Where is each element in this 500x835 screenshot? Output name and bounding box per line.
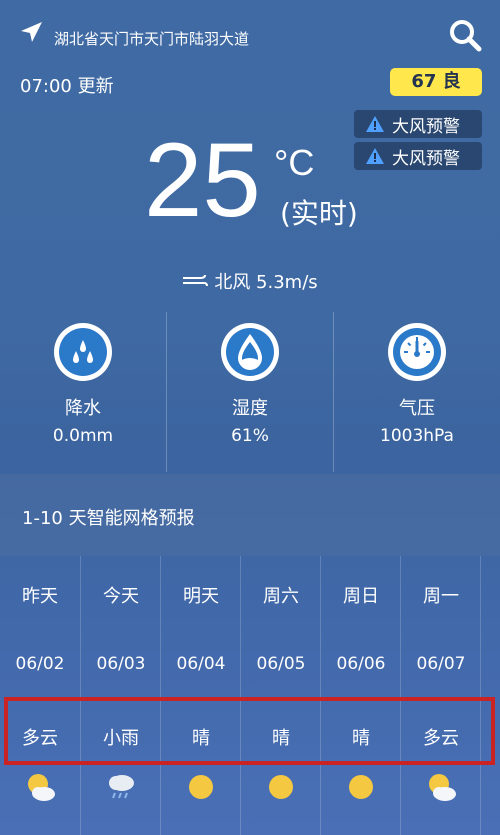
current-temperature: 25 — [144, 122, 261, 239]
temperature-unit: °C — [274, 142, 315, 183]
day-date: 06/04 — [176, 654, 226, 674]
day-name: 周一 — [423, 586, 459, 607]
location-label[interactable]: 湖北省天门市天门市陆羽大道 — [54, 28, 249, 49]
aqi-badge[interactable]: 67 良 — [390, 68, 482, 96]
day-date: 06/06 — [336, 654, 386, 674]
metric-label: 气压 — [399, 398, 435, 419]
metrics-row: 降水 0.0mm 湿度 61% 气压 1003hPa — [0, 312, 500, 472]
day-name: 今天 — [103, 586, 139, 607]
day-date: 06/02 — [15, 654, 65, 674]
metric-humidity: 湿度 61% — [166, 312, 333, 472]
forecast-title: 1-10 天智能网格预报 — [22, 508, 195, 529]
metric-value: 0.0mm — [52, 426, 114, 446]
metric-pressure: 气压 1003hPa — [333, 312, 500, 472]
search-icon[interactable] — [448, 18, 482, 52]
forecast-day[interactable]: 今天 06/03 小雨 — [80, 556, 161, 835]
warning-icon — [366, 116, 384, 132]
wind-icon — [183, 274, 209, 287]
realtime-label: (实时) — [280, 197, 358, 230]
day-name: 周日 — [343, 586, 379, 607]
wind-info: 北风 5.3m/s — [0, 268, 500, 294]
day-name: 昨天 — [22, 586, 58, 607]
day-date: 06/03 — [96, 654, 146, 674]
partly-cloudy-icon — [28, 774, 55, 801]
warning-label: 大风预警 — [392, 148, 460, 169]
light-rain-icon — [109, 775, 134, 799]
day-name: 周六 — [263, 586, 299, 607]
rain-drops-icon — [54, 323, 112, 381]
forecast-day[interactable]: 明天 06/04 晴 — [160, 556, 241, 835]
forecast-day[interactable]: 周六 06/05 晴 — [240, 556, 321, 835]
water-drop-icon — [221, 323, 279, 381]
forecast-day[interactable]: 周日 06/06 晴 — [320, 556, 401, 835]
wind-label: 北风 5.3m/s — [214, 272, 318, 293]
forecast-days[interactable]: 昨天 06/02 多云 今天 06/03 小雨 明天 06/04 晴 周六 06… — [0, 556, 500, 835]
sunny-icon — [349, 775, 373, 799]
day-name: 明天 — [183, 586, 219, 607]
gauge-icon — [388, 323, 446, 381]
warning-icon — [366, 148, 384, 164]
forecast-day-partial[interactable] — [480, 556, 500, 835]
wind-warning-badge[interactable]: 大风预警 — [354, 110, 482, 138]
sunny-icon — [189, 775, 213, 799]
metric-value: 1003hPa — [380, 426, 454, 446]
sunny-icon — [269, 775, 293, 799]
metric-precipitation: 降水 0.0mm — [0, 312, 166, 472]
metric-label: 降水 — [65, 398, 101, 419]
forecast-header: 1-10 天智能网格预报 — [0, 474, 500, 556]
update-time: 07:00 更新 — [20, 76, 114, 97]
metric-label: 湿度 — [232, 398, 268, 419]
highlight-box — [4, 697, 495, 765]
metric-value: 61% — [231, 426, 269, 446]
forecast-day[interactable]: 昨天 06/02 多云 — [0, 556, 80, 835]
day-date: 06/07 — [416, 654, 466, 674]
day-date: 06/05 — [256, 654, 306, 674]
location-arrow-icon[interactable] — [18, 20, 44, 46]
partly-cloudy-icon — [429, 774, 456, 801]
forecast-day[interactable]: 周一 06/07 多云 — [400, 556, 481, 835]
warning-label: 大风预警 — [392, 116, 460, 137]
wind-warning-badge[interactable]: 大风预警 — [354, 142, 482, 170]
